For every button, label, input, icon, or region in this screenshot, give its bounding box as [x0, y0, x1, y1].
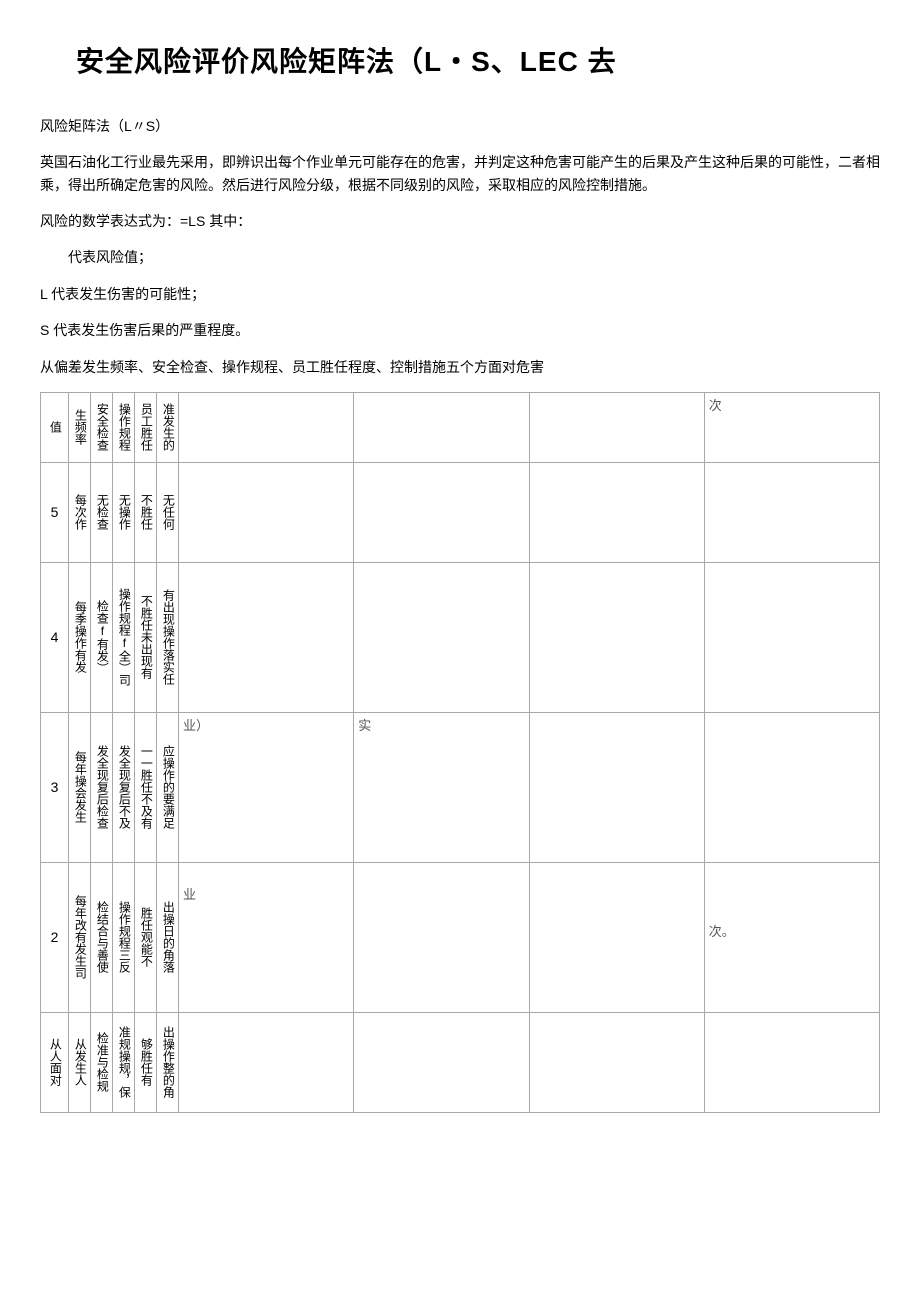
hdr-c5: 准发生的 [157, 392, 179, 462]
row-c2: 无检查 [91, 462, 113, 562]
row-c5: 出操作整的角 [157, 1012, 179, 1112]
title-latin: L・S、LEC [424, 46, 579, 77]
row-c1: 从发生人 [69, 1012, 91, 1112]
row-c3: 准规操规，保 [113, 1012, 135, 1112]
row-c2: 检准与检规 [91, 1012, 113, 1112]
row-c1: 每季操作有发 [69, 562, 91, 712]
row-c4: 不胜任 [135, 462, 157, 562]
row-wide4: 次。 [704, 862, 879, 1012]
hdr-c3: 操作规程 [113, 392, 135, 462]
paragraph-1: 风险矩阵法（L〃S） [40, 115, 880, 137]
row-wide2 [354, 462, 529, 562]
risk-table: 值 生频率 安全检查 操作规程 员工胜任 准发生的 次 5 每次作 无检查 无操… [40, 392, 880, 1113]
row-c1: 每年操会发生 [69, 712, 91, 862]
hdr-wide3 [529, 392, 704, 462]
hdr-wide1 [179, 392, 354, 462]
hdr-c1: 生频率 [69, 392, 91, 462]
row-wide3 [529, 1012, 704, 1112]
row-val: 5 [41, 462, 69, 562]
row-val: 3 [41, 712, 69, 862]
row-c2: 检查f有发） [91, 562, 113, 712]
paragraph-5: L 代表发生伤害的可能性； [40, 283, 880, 305]
row-wide4 [704, 462, 879, 562]
row-c5: 应操作的要满足 [157, 712, 179, 862]
hdr-c2: 安全检查 [91, 392, 113, 462]
row-wide3 [529, 462, 704, 562]
row-val: 从人面对 [41, 1012, 69, 1112]
paragraph-6: S 代表发生伤害后果的严重程度。 [40, 319, 880, 341]
row-c5: 无任何 [157, 462, 179, 562]
row-wide1 [179, 462, 354, 562]
row-wide4 [704, 712, 879, 862]
row-wide2 [354, 562, 529, 712]
row-wide2: 实 [354, 712, 529, 862]
hdr-c4: 员工胜任 [135, 392, 157, 462]
paragraph-3: 风险的数学表达式为：=LS 其中： [40, 210, 880, 232]
paragraph-4: 代表风险值； [68, 246, 880, 268]
title-right: 去 [579, 46, 617, 77]
row-c2: 检结合与善使 [91, 862, 113, 1012]
row-c4: 一一胜任不及有 [135, 712, 157, 862]
row-val: 4 [41, 562, 69, 712]
row-c2: 发全现复后检查 [91, 712, 113, 862]
row-c3: 操作规程f全）司 [113, 562, 135, 712]
table-header-row: 值 生频率 安全检查 操作规程 员工胜任 准发生的 次 [41, 392, 880, 462]
row-c3: 发全现复后不及 [113, 712, 135, 862]
row-wide4 [704, 562, 879, 712]
row-wide1 [179, 562, 354, 712]
row-c5: 出操日的角落 [157, 862, 179, 1012]
hdr-c0: 值 [41, 392, 69, 462]
row-wide1: 业） [179, 712, 354, 862]
row-wide3 [529, 712, 704, 862]
row-wide3 [529, 862, 704, 1012]
paragraph-7: 从偏差发生频率、安全检查、操作规程、员工胜任程度、控制措施五个方面对危害 [40, 356, 880, 378]
row-c4: 胜任观能不 [135, 862, 157, 1012]
row-wide2 [354, 862, 529, 1012]
row-wide3 [529, 562, 704, 712]
table-row: 5 每次作 无检查 无操作 不胜任 无任何 [41, 462, 880, 562]
paragraph-2: 英国石油化工行业最先采用，即辨识出每个作业单元可能存在的危害，并判定这种危害可能… [40, 151, 880, 196]
row-c4: 不胜任未出现有 [135, 562, 157, 712]
row-wide4 [704, 1012, 879, 1112]
row-c4: 够胜任有 [135, 1012, 157, 1112]
row-c3: 无操作 [113, 462, 135, 562]
table-row: 从人面对 从发生人 检准与检规 准规操规，保 够胜任有 出操作整的角 [41, 1012, 880, 1112]
table-row: 3 每年操会发生 发全现复后检查 发全现复后不及 一一胜任不及有 应操作的要满足… [41, 712, 880, 862]
row-c1: 每次作 [69, 462, 91, 562]
row-c5: 有出现操作落实任 [157, 562, 179, 712]
hdr-wide2 [354, 392, 529, 462]
table-row: 2 每年改有发生司 检结合与善使 操作规程三反 胜任观能不 出操日的角落 业 次… [41, 862, 880, 1012]
row-val: 2 [41, 862, 69, 1012]
row-c1: 每年改有发生司 [69, 862, 91, 1012]
table-row: 4 每季操作有发 检查f有发） 操作规程f全）司 不胜任未出现有 有出现操作落实… [41, 562, 880, 712]
title-left: 安全风险评价风险矩阵法（ [76, 46, 424, 77]
row-wide1: 业 [179, 862, 354, 1012]
page-title: 安全风险评价风险矩阵法（L・S、LEC 去 [76, 40, 880, 85]
row-c3: 操作规程三反 [113, 862, 135, 1012]
hdr-wide4: 次 [704, 392, 879, 462]
row-wide1 [179, 1012, 354, 1112]
row-wide2 [354, 1012, 529, 1112]
